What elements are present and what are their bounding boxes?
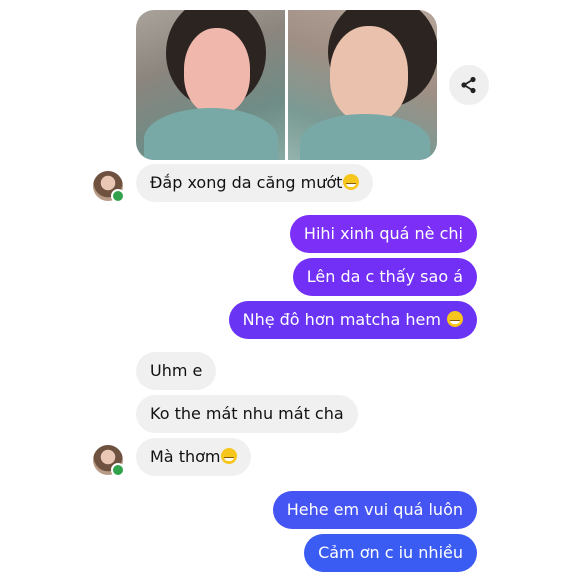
message-text: Cảm ơn c iu nhiều xyxy=(318,543,463,562)
online-status-dot xyxy=(111,463,125,477)
share-button[interactable] xyxy=(449,65,489,105)
selfie-photo-left[interactable] xyxy=(136,10,285,160)
photo-attachment[interactable] xyxy=(136,10,437,160)
grinning-emoji-icon xyxy=(343,174,360,190)
message-text: Mà thơm xyxy=(150,447,221,466)
message-text: Đắp xong da căng mướt xyxy=(150,173,343,192)
message-outgoing[interactable]: Nhẹ đô hơn matcha hem xyxy=(228,301,477,339)
message-text: Lên da c thấy sao á xyxy=(306,267,463,286)
message-text: Ko the mát nhu mát cha xyxy=(150,404,344,423)
message-outgoing[interactable]: Hehe em vui quá luôn xyxy=(272,491,477,529)
share-icon xyxy=(461,76,476,94)
message-incoming[interactable]: Đắp xong da căng mướt xyxy=(136,164,374,202)
message-text: Nhẹ đô hơn matcha hem xyxy=(242,310,441,329)
message-incoming[interactable]: Uhm e xyxy=(136,352,217,390)
online-status-dot xyxy=(111,189,125,203)
contact-avatar[interactable] xyxy=(93,445,125,477)
message-outgoing[interactable]: Lên da c thấy sao á xyxy=(292,258,477,296)
message-outgoing[interactable]: Cảm ơn c iu nhiều xyxy=(304,534,477,572)
contact-avatar[interactable] xyxy=(93,171,125,203)
message-text: Hihi xinh quá nè chị xyxy=(303,224,463,243)
message-incoming[interactable]: Ko the mát nhu mát cha xyxy=(136,395,358,433)
grimacing-emoji-icon xyxy=(447,311,463,327)
grinning-emoji-icon xyxy=(221,448,238,464)
message-text: Uhm e xyxy=(150,361,203,380)
message-outgoing[interactable]: Hihi xinh quá nè chị xyxy=(289,215,477,253)
selfie-photo-right[interactable] xyxy=(288,10,437,160)
message-incoming[interactable]: Mà thơm xyxy=(136,438,252,476)
message-text: Hehe em vui quá luôn xyxy=(286,500,463,519)
